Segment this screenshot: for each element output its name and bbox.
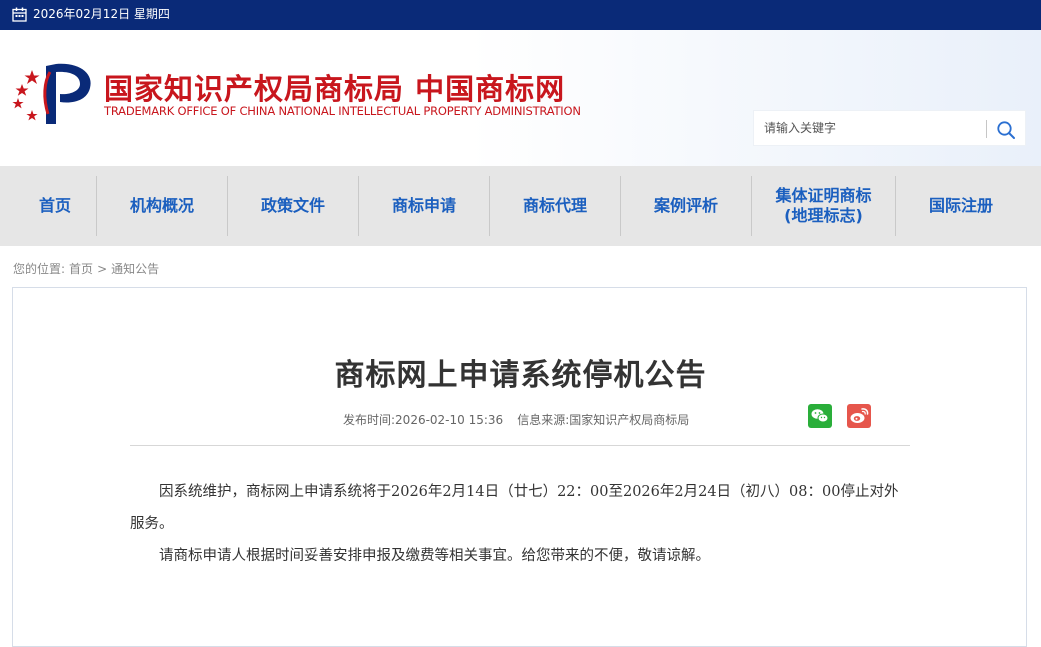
- publish-label: 发布时间:: [343, 413, 396, 427]
- nav-item-home[interactable]: 首页: [14, 176, 96, 236]
- breadcrumb: 您的位置: 首页 > 通知公告: [13, 260, 163, 277]
- article-body: 因系统维护，商标网上申请系统将于2026年2月14日（廿七）22：00至2026…: [130, 476, 912, 572]
- search-box: [753, 110, 1026, 146]
- search-divider: [986, 120, 987, 138]
- nav-item-collective-marks[interactable]: 集体证明商标 (地理标志): [752, 176, 895, 236]
- nav-item-organization[interactable]: 机构概况: [97, 176, 227, 236]
- site-header: 国家知识产权局商标局 中国商标网 TRADEMARK OFFICE OF CHI…: [0, 30, 1041, 166]
- article-meta: 发布时间:2026-02-10 15:36 信息来源:国家知识产权局商标局: [343, 411, 689, 428]
- breadcrumb-separator: >: [97, 262, 108, 276]
- article-paragraph: 因系统维护，商标网上申请系统将于2026年2月14日（廿七）22：00至2026…: [130, 484, 899, 532]
- cnipa-logo[interactable]: [10, 58, 96, 128]
- top-date-bar: 2026年02月12日 星期四: [0, 0, 1041, 30]
- site-name-en: TRADEMARK OFFICE OF CHINA NATIONAL INTEL…: [104, 104, 581, 118]
- nav-item-cases[interactable]: 案例评析: [621, 176, 751, 236]
- source-label: 信息来源:: [517, 413, 570, 427]
- main-nav: 首页 机构概况 政策文件 商标申请 商标代理 案例评析 集体证明商标 (地理标志…: [0, 166, 1041, 246]
- calendar-icon: [12, 7, 27, 22]
- site-name-cn: 国家知识产权局商标局 中国商标网: [104, 72, 566, 106]
- weibo-icon[interactable]: [847, 404, 871, 428]
- article-title: 商标网上申请系统停机公告: [334, 358, 707, 393]
- search-icon[interactable]: [996, 120, 1016, 140]
- wechat-icon[interactable]: [808, 404, 832, 428]
- current-date: 2026年02月12日 星期四: [33, 7, 170, 21]
- article-paragraph: 请商标申请人根据时间妥善安排申报及缴费等相关事宜。给您带来的不便，敬请谅解。: [159, 548, 710, 564]
- nav-item-agency[interactable]: 商标代理: [490, 176, 620, 236]
- breadcrumb-home[interactable]: 首页: [69, 262, 93, 276]
- breadcrumb-prefix: 您的位置:: [13, 262, 66, 276]
- source-value: 国家知识产权局商标局: [569, 413, 690, 427]
- breadcrumb-current[interactable]: 通知公告: [111, 262, 159, 276]
- search-input[interactable]: [754, 111, 984, 145]
- publish-time: 2026-02-10 15:36: [395, 413, 504, 427]
- nav-item-policy[interactable]: 政策文件: [228, 176, 358, 236]
- nav-item-application[interactable]: 商标申请: [359, 176, 489, 236]
- meta-divider: [130, 445, 910, 446]
- article-panel: [12, 287, 1027, 647]
- nav-item-international[interactable]: 国际注册: [896, 176, 1026, 236]
